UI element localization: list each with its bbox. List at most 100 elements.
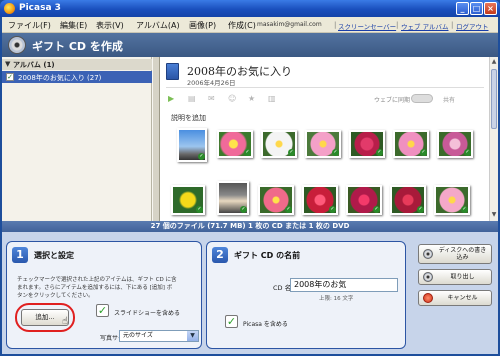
step1-number: 1	[12, 247, 28, 263]
checkmark-icon: ✓	[373, 206, 380, 213]
web-albums-link[interactable]: ウェブ アルバム	[401, 21, 449, 31]
selection-summary: 27 個のファイル (71.7 MB) 1 枚の CD または 1 枚の DVD	[2, 221, 498, 232]
album-icon	[166, 63, 179, 80]
scroll-down-icon[interactable]: ▼	[490, 211, 498, 218]
album-date: 2006年4月26日	[187, 79, 236, 87]
menu-separator: |	[396, 21, 399, 29]
burn-disc-button[interactable]: ディスクへの書き込み	[418, 244, 492, 264]
album-item-label: 2008年のお気に入り (27)	[18, 74, 102, 82]
eject-button[interactable]: 取り出し	[418, 269, 492, 285]
minimize-button[interactable]: _	[456, 2, 469, 15]
cancel-icon	[423, 293, 433, 303]
checkmark-icon: ✓	[332, 149, 339, 156]
step1-panel: 1 選択と設定 チェックマークで選択された上記のアイテムは、ギフト CD に含ま…	[6, 241, 202, 349]
scroll-up-icon[interactable]: ▲	[490, 58, 498, 65]
photo-thumbnail[interactable]: ✓	[258, 185, 294, 215]
menu-create[interactable]: 作成(C)	[228, 20, 256, 31]
cd-icon	[423, 272, 433, 282]
menu-edit[interactable]: 編集(E)	[60, 20, 87, 31]
cursor-icon: ☝	[62, 316, 69, 327]
album-group-label: アルバム (1)	[13, 61, 55, 69]
checkmark-icon: ✓	[288, 149, 295, 156]
checkmark-icon: ✓	[420, 149, 427, 156]
panel-splitter[interactable]	[152, 57, 160, 221]
menu-picture[interactable]: 画像(P)	[189, 20, 216, 31]
page-title: ギフト CD を作成	[32, 40, 123, 53]
maximize-button[interactable]: □	[470, 2, 483, 15]
upload-icon[interactable]: ▤	[188, 94, 196, 103]
photo-thumbnail[interactable]: ✓	[434, 185, 470, 215]
photo-thumbnail[interactable]: ✓	[171, 185, 205, 215]
menu-separator: |	[334, 21, 337, 29]
checkmark-icon: ✓	[244, 149, 251, 156]
title-bar: Picasa 3 _ □ ×	[0, 0, 500, 17]
photo-thumbnail[interactable]: ✓	[437, 130, 473, 158]
slideshow-checkbox[interactable]: ✓	[96, 304, 109, 317]
photo-size-value: 元のサイズ	[123, 332, 153, 339]
photo-size-select[interactable]: 元のサイズ ▼	[119, 330, 199, 342]
gift-cd-settings: 1 選択と設定 チェックマークで選択された上記のアイテムは、ギフト CD に含ま…	[2, 232, 498, 354]
picasa-app-icon	[4, 3, 15, 14]
page-header: ギフト CD を作成	[2, 33, 498, 57]
checkmark-icon: ✓	[464, 149, 471, 156]
checkmark-icon: ✓	[417, 206, 424, 213]
cd-name-label: CD 名	[273, 284, 292, 292]
cd-name-limit: 上限: 16 文字	[319, 296, 354, 302]
menu-album[interactable]: アルバム(A)	[136, 20, 180, 31]
close-button[interactable]: ×	[484, 2, 497, 15]
collapse-triangle-icon[interactable]: ▼	[5, 60, 10, 68]
checkmark-icon: ✓	[376, 149, 383, 156]
chevron-down-icon[interactable]: ▼	[187, 331, 198, 341]
share-button[interactable]: 共有	[443, 95, 455, 104]
step1-title: 選択と設定	[34, 251, 74, 260]
checkmark-icon: ✓	[285, 206, 292, 213]
menu-separator: |	[451, 21, 454, 29]
checkmark-icon: ✓	[461, 206, 468, 213]
email-icon[interactable]: ✉	[208, 94, 215, 103]
photo-thumbnail[interactable]: ✓	[305, 130, 341, 158]
album-checkbox[interactable]: ✓	[6, 73, 14, 81]
cd-icon	[8, 36, 26, 54]
photo-thumbnail[interactable]: ✓	[177, 128, 207, 162]
photo-thumbnail[interactable]: ✓	[349, 130, 385, 158]
include-picasa-checkbox[interactable]: ✓	[225, 315, 238, 328]
cd-name-input[interactable]: 2008年のお気	[290, 278, 398, 292]
checkmark-icon: ✓	[198, 153, 205, 160]
checkmark-icon: ✓	[196, 206, 203, 213]
menu-view[interactable]: 表示(V)	[96, 20, 124, 31]
step2-panel: 2 ギフト CD の名前 CD 名 2008年のお気 上限: 16 文字 ✓ P…	[206, 241, 406, 349]
photo-thumbnail[interactable]: ✓	[346, 185, 382, 215]
logout-link[interactable]: ログアウト	[456, 21, 489, 31]
include-picasa-label: Picasa を含める	[243, 321, 288, 328]
album-group-header[interactable]: ▼ アルバム (1)	[2, 59, 152, 70]
sync-toggle[interactable]	[411, 94, 433, 103]
people-icon[interactable]: ☺	[228, 94, 236, 103]
sync-label: ウェブに同期	[374, 97, 411, 104]
slideshow-label: スライドショーを含める	[114, 310, 181, 317]
album-content-panel: 2008年のお気に入り 2006年4月26日 ▶ ▤ ✉ ☺ ★ ▥ ウェブに同…	[160, 57, 489, 221]
menu-file[interactable]: ファイル(F)	[8, 20, 51, 31]
cd-icon	[423, 249, 433, 259]
album-list-item[interactable]: ✓ 2008年のお気に入り (27)	[2, 71, 152, 83]
photo-thumbnail[interactable]: ✓	[217, 130, 253, 158]
photo-thumbnail[interactable]: ✓	[302, 185, 338, 215]
step2-number: 2	[212, 247, 228, 263]
checkmark-icon: ✓	[329, 206, 336, 213]
add-description[interactable]: 説明を追加	[171, 113, 206, 123]
scrollbar-thumb[interactable]	[491, 69, 497, 129]
photo-thumbnail[interactable]: ✓	[393, 130, 429, 158]
photo-thumbnail[interactable]: ✓	[217, 181, 249, 215]
star-icon[interactable]: ★	[248, 94, 255, 103]
step2-title: ギフト CD の名前	[234, 251, 301, 260]
album-list-panel: ▼ アルバム (1) ✓ 2008年のお気に入り (27)	[2, 57, 152, 221]
menu-bar: ファイル(F) 編集(E) 表示(V) アルバム(A) 画像(P) 作成(C) …	[2, 17, 498, 33]
photo-thumbnail[interactable]: ✓	[390, 185, 426, 215]
photo-thumbnail[interactable]: ✓	[261, 130, 297, 158]
step1-description: チェックマークで選択された上記のアイテムは、ギフト CD に含まれます。さらにア…	[17, 277, 177, 299]
cancel-button[interactable]: キャンセル	[418, 290, 492, 306]
vertical-scrollbar[interactable]: ▲ ▼	[489, 57, 498, 221]
play-icon[interactable]: ▶	[168, 94, 174, 103]
sort-icon[interactable]: ▥	[268, 94, 276, 103]
screensaver-link[interactable]: スクリーンセーバー	[338, 21, 396, 31]
divider	[166, 87, 484, 88]
